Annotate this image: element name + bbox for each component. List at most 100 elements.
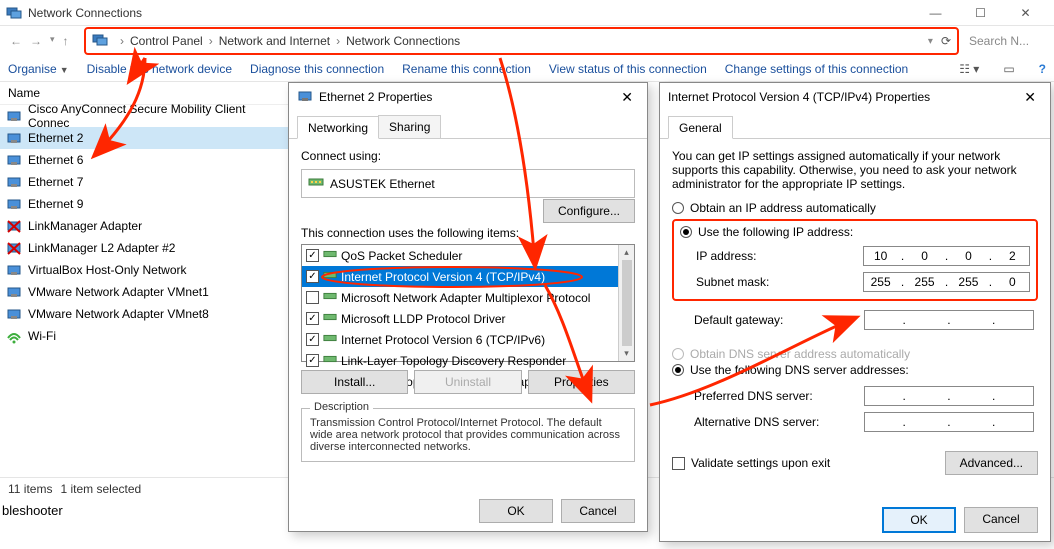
list-item[interactable]: LinkManager L2 Adapter #2 bbox=[0, 237, 294, 259]
chevron-right-icon: › bbox=[336, 34, 340, 48]
uninstall-button: Uninstall bbox=[414, 370, 521, 394]
tab-networking[interactable]: Networking bbox=[297, 116, 379, 139]
adapter-icon bbox=[6, 262, 22, 278]
ipv4-blurb: You can get IP settings assigned automat… bbox=[672, 149, 1038, 191]
protocol-item[interactable]: ✓ Microsoft LLDP Protocol Driver bbox=[302, 308, 618, 329]
list-item-label: Ethernet 6 bbox=[28, 153, 83, 167]
items-label: This connection uses the following items… bbox=[301, 226, 635, 240]
radio-use-ip[interactable]: Use the following IP address: bbox=[680, 225, 1030, 239]
ethernet-icon bbox=[297, 88, 313, 107]
list-item[interactable]: VMware Network Adapter VMnet1 bbox=[0, 281, 294, 303]
chevron-right-icon: › bbox=[209, 34, 213, 48]
connect-using-label: Connect using: bbox=[301, 149, 635, 163]
validate-checkbox[interactable] bbox=[672, 457, 685, 470]
protocol-label: QoS Packet Scheduler bbox=[341, 249, 462, 263]
checkbox[interactable]: ✓ bbox=[306, 249, 319, 262]
view-options-button[interactable]: ☷ ▾ bbox=[959, 62, 979, 76]
checkbox[interactable]: ✓ bbox=[306, 354, 319, 367]
checkbox[interactable] bbox=[306, 291, 319, 304]
install-button[interactable]: Install... bbox=[301, 370, 408, 394]
window-titlebar: Network Connections — ☐ ✕ bbox=[0, 0, 1054, 26]
breadcrumb-control-panel[interactable]: Control Panel bbox=[130, 34, 203, 48]
adapter-icon bbox=[6, 130, 22, 146]
radio-use-dns[interactable]: Use the following DNS server addresses: bbox=[672, 363, 1038, 377]
ok-button[interactable]: OK bbox=[882, 507, 956, 533]
protocol-listbox[interactable]: ✓ QoS Packet Scheduler✓ Internet Protoco… bbox=[301, 244, 635, 362]
cancel-button[interactable]: Cancel bbox=[964, 507, 1038, 533]
protocol-item[interactable]: ✓ Internet Protocol Version 6 (TCP/IPv6) bbox=[302, 329, 618, 350]
list-item[interactable]: VirtualBox Host-Only Network bbox=[0, 259, 294, 281]
protocol-label: Microsoft LLDP Protocol Driver bbox=[341, 312, 506, 326]
validate-label: Validate settings upon exit bbox=[691, 456, 830, 470]
nav-up-icon[interactable]: ↑ bbox=[63, 34, 69, 48]
ipv4-properties-dialog: Internet Protocol Version 4 (TCP/IPv4) P… bbox=[659, 82, 1051, 542]
list-item[interactable]: Wi-Fi bbox=[0, 325, 294, 347]
dialog-title: Ethernet 2 Properties bbox=[319, 90, 432, 104]
tab-general[interactable]: General bbox=[668, 116, 733, 139]
cancel-button[interactable]: Cancel bbox=[561, 499, 635, 523]
help-button[interactable]: ? bbox=[1039, 62, 1046, 76]
adapter-icon bbox=[6, 196, 22, 212]
advanced-button[interactable]: Advanced... bbox=[945, 451, 1038, 475]
preview-pane-button[interactable]: ▭ bbox=[1003, 62, 1014, 76]
preferred-dns-input[interactable]: ... bbox=[864, 386, 1034, 406]
refresh-icon[interactable]: ⟳ bbox=[941, 34, 951, 48]
diagnose-connection-button[interactable]: Diagnose this connection bbox=[250, 62, 384, 76]
breadcrumb-network-internet[interactable]: Network and Internet bbox=[219, 34, 330, 48]
maximize-button[interactable]: ☐ bbox=[958, 2, 1003, 24]
protocol-icon bbox=[323, 310, 337, 327]
view-status-button[interactable]: View status of this connection bbox=[549, 62, 707, 76]
protocol-item[interactable]: Microsoft Network Adapter Multiplexor Pr… bbox=[302, 287, 618, 308]
protocol-icon bbox=[323, 247, 337, 264]
list-item[interactable]: VMware Network Adapter VMnet8 bbox=[0, 303, 294, 325]
scrollbar[interactable]: ▴ ▾ bbox=[618, 245, 634, 361]
list-item[interactable]: Cisco AnyConnect Secure Mobility Client … bbox=[0, 105, 294, 127]
ok-button[interactable]: OK bbox=[479, 499, 553, 523]
ip-address-input[interactable]: 10.0.0.2 bbox=[863, 246, 1030, 266]
radio-obtain-ip[interactable]: Obtain an IP address automatically bbox=[672, 201, 1038, 215]
command-toolbar: Organise▼ Disable this network device Di… bbox=[0, 56, 1054, 82]
protocol-item[interactable]: ✓ Internet Protocol Version 4 (TCP/IPv4) bbox=[302, 266, 618, 287]
search-box[interactable]: Search N... bbox=[969, 34, 1029, 48]
list-item[interactable]: Ethernet 7 bbox=[0, 171, 294, 193]
checkbox[interactable]: ✓ bbox=[306, 312, 319, 325]
default-gateway-input[interactable]: ... bbox=[864, 310, 1034, 330]
protocol-item[interactable]: ✓ Link-Layer Topology Discovery Responde… bbox=[302, 350, 618, 371]
status-item-count: 11 items bbox=[8, 482, 52, 496]
list-item[interactable]: LinkManager Adapter bbox=[0, 215, 294, 237]
dialog-title: Internet Protocol Version 4 (TCP/IPv4) P… bbox=[668, 90, 930, 104]
organise-menu[interactable]: Organise▼ bbox=[8, 62, 69, 76]
alternative-dns-input[interactable]: ... bbox=[864, 412, 1034, 432]
list-item[interactable]: Ethernet 6 bbox=[0, 149, 294, 171]
adapter-icon bbox=[6, 174, 22, 190]
checkbox[interactable]: ✓ bbox=[306, 333, 319, 346]
adapter-name: ASUSTEK Ethernet bbox=[330, 177, 435, 191]
list-item-label: VirtualBox Host-Only Network bbox=[28, 263, 187, 277]
subnet-mask-input[interactable]: 255.255.255.0 bbox=[863, 272, 1030, 292]
list-item[interactable]: Ethernet 2 bbox=[0, 127, 294, 149]
nav-forward-icon[interactable]: → bbox=[30, 34, 42, 48]
disable-device-button[interactable]: Disable this network device bbox=[87, 62, 232, 76]
chevron-right-icon: › bbox=[120, 34, 124, 48]
dialog-tabs: Networking Sharing bbox=[289, 111, 647, 139]
configure-button[interactable]: Configure... bbox=[543, 199, 635, 223]
properties-button[interactable]: Properties bbox=[528, 370, 635, 394]
subnet-mask-label: Subnet mask: bbox=[696, 275, 863, 289]
nav-back-icon[interactable]: ← bbox=[10, 34, 22, 48]
scroll-down-icon[interactable]: ▾ bbox=[624, 348, 629, 359]
scroll-up-icon[interactable]: ▴ bbox=[624, 247, 629, 258]
checkbox[interactable]: ✓ bbox=[306, 270, 319, 283]
close-icon[interactable]: ✕ bbox=[1018, 89, 1042, 106]
close-button[interactable]: ✕ bbox=[1003, 2, 1048, 24]
breadcrumb-network-connections[interactable]: Network Connections bbox=[346, 34, 460, 48]
rename-connection-button[interactable]: Rename this connection bbox=[402, 62, 531, 76]
adapter-icon bbox=[6, 218, 22, 234]
tab-sharing[interactable]: Sharing bbox=[378, 115, 441, 138]
minimize-button[interactable]: — bbox=[913, 2, 958, 24]
close-icon[interactable]: ✕ bbox=[615, 89, 639, 106]
ip-address-label: IP address: bbox=[696, 249, 863, 263]
change-settings-button[interactable]: Change settings of this connection bbox=[725, 62, 908, 76]
protocol-item[interactable]: ✓ QoS Packet Scheduler bbox=[302, 245, 618, 266]
list-item[interactable]: Ethernet 9 bbox=[0, 193, 294, 215]
adapter-field: ASUSTEK Ethernet bbox=[301, 169, 635, 198]
